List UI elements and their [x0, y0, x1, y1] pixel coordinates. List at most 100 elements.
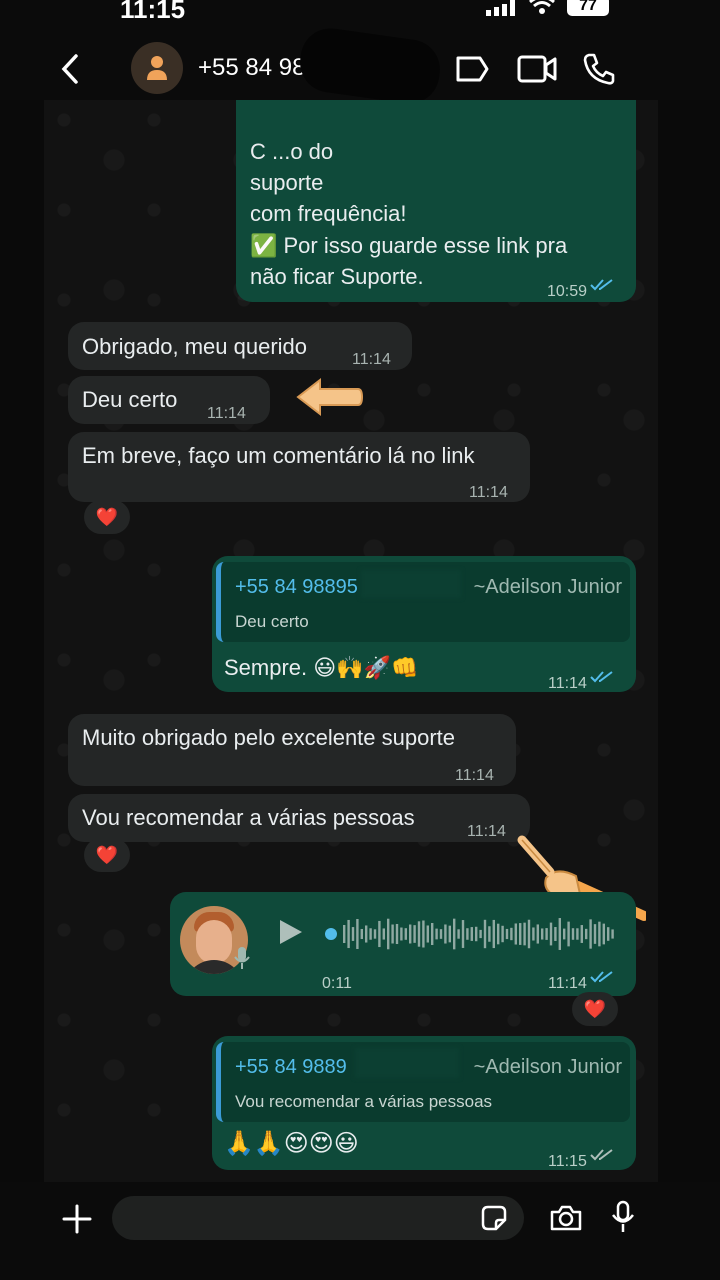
message-text: Obrigado, meu querido — [82, 334, 308, 359]
waveform-bar — [593, 924, 597, 944]
message-outgoing[interactable]: +55 84 98895 ~Adeilson Junior Deu certo … — [212, 556, 636, 692]
waveform-bar — [611, 929, 614, 939]
message-time: 11:15 — [548, 1153, 587, 1170]
waveform-bar — [580, 925, 583, 943]
waveform-bar — [501, 925, 504, 943]
quoted-message[interactable]: +55 84 98895 ~Adeilson Junior Deu certo — [216, 562, 630, 642]
waveform-bar — [400, 927, 403, 941]
waveform-bar — [576, 928, 579, 940]
waveform-bar — [523, 922, 526, 946]
waveform-bar — [532, 927, 535, 941]
message-text: Deu certo — [82, 387, 178, 412]
waveform-bar — [378, 920, 381, 948]
redaction-mark — [296, 24, 444, 108]
redaction-mark — [361, 570, 461, 598]
quoted-message[interactable]: +55 84 9889 ~Adeilson Junior Vou recomen… — [216, 1042, 630, 1122]
message-time: 11:14 — [352, 351, 391, 368]
delivered-receipt-icon — [590, 1149, 613, 1161]
pointing-arrow-icon — [296, 377, 364, 417]
message-input-bar — [0, 1182, 720, 1280]
back-arrow-icon[interactable] — [56, 52, 86, 86]
phone-call-icon[interactable] — [582, 52, 616, 86]
waveform-bar — [536, 924, 539, 944]
message-outgoing[interactable]: +55 84 9889 ~Adeilson Junior Vou recomen… — [212, 1036, 636, 1170]
signal-icon — [486, 0, 518, 16]
waveform-bar — [607, 927, 610, 941]
play-icon[interactable] — [278, 918, 304, 946]
waveform-bar — [453, 918, 456, 950]
message-incoming[interactable]: Deu certo 11:14 — [68, 376, 270, 424]
waveform-bar — [541, 928, 544, 940]
waveform-bar — [514, 923, 517, 945]
microphone-icon[interactable] — [610, 1200, 636, 1234]
heart-reaction[interactable]: ❤️ — [84, 500, 130, 534]
message-text: C ...o do — [250, 139, 334, 164]
waveform-bar — [422, 920, 425, 948]
audio-waveform[interactable] — [325, 914, 615, 954]
contact-avatar[interactable] — [131, 42, 183, 94]
redaction-mark — [355, 1048, 459, 1078]
waveform-bar — [409, 924, 412, 944]
waveform-progress-dot — [325, 928, 337, 940]
waveform-bar — [457, 929, 460, 939]
read-receipt-icon — [590, 971, 613, 983]
waveform-bar — [431, 922, 434, 946]
camera-icon[interactable] — [549, 1204, 583, 1232]
message-text: Muito obrigado pelo excelente suporte — [82, 725, 456, 750]
waveform-bar — [360, 928, 363, 940]
quoted-author-name: ~Adeilson Junior — [473, 576, 622, 598]
waveform-bar — [505, 928, 509, 940]
status-bar: 11:15 77 — [0, 0, 720, 24]
waveform-bar — [549, 922, 553, 946]
message-time: 11:14 — [467, 823, 506, 840]
sticker-icon[interactable] — [480, 1204, 508, 1232]
message-incoming[interactable]: Muito obrigado pelo excelente suporte 11… — [68, 714, 516, 786]
label-tag-icon[interactable] — [454, 54, 490, 84]
waveform-bar — [466, 928, 469, 940]
waveform-bar — [369, 928, 372, 940]
waveform-bar — [426, 925, 429, 943]
waveform-bar — [589, 919, 592, 949]
message-time: 11:14 — [455, 767, 494, 784]
waveform-bar — [343, 925, 346, 943]
left-margin — [0, 100, 44, 1182]
message-text: Em breve, faço um comentário lá no link — [82, 443, 475, 468]
person-icon — [147, 56, 167, 80]
voice-message[interactable]: 0:11 11:14 — [170, 892, 636, 996]
voice-duration: 0:11 — [322, 975, 352, 992]
waveform-bar — [413, 925, 416, 943]
waveform-bar — [448, 925, 451, 943]
waveform-bar — [395, 923, 399, 945]
waveform-bar — [585, 928, 588, 940]
chat-background: C ...o do suporte com frequência! ✅ Por … — [44, 100, 658, 1182]
heart-reaction[interactable]: ❤️ — [84, 838, 130, 872]
quoted-text: Deu certo — [235, 612, 309, 631]
waveform-bar — [356, 918, 359, 950]
waveform-bar — [492, 919, 495, 949]
message-outgoing[interactable]: C ...o do suporte com frequência! ✅ Por … — [236, 100, 636, 302]
heart-reaction[interactable]: ❤️ — [572, 992, 618, 1026]
right-margin — [658, 100, 720, 1182]
plus-icon[interactable] — [62, 1204, 92, 1234]
waveform-bar — [347, 919, 350, 949]
message-incoming[interactable]: Obrigado, meu querido 11:14 — [68, 322, 412, 370]
message-incoming[interactable]: Vou recomendar a várias pessoas 11:14 — [68, 794, 530, 842]
video-call-icon[interactable] — [516, 54, 558, 84]
waveform-bar — [417, 921, 421, 947]
waveform-bar — [435, 928, 438, 940]
waveform-bar — [563, 928, 566, 940]
wifi-icon — [529, 0, 555, 14]
waveform-bar — [602, 923, 605, 945]
waveform-bar — [373, 929, 377, 939]
message-input[interactable] — [112, 1196, 524, 1240]
message-time: 11:14 — [469, 484, 508, 501]
message-text: não ficar Suporte. — [250, 264, 424, 289]
waveform-bar — [567, 921, 570, 947]
waveform-bar — [365, 925, 368, 943]
waveform-bar — [483, 919, 487, 949]
message-incoming[interactable]: Em breve, faço um comentário lá no link … — [68, 432, 530, 502]
read-receipt-icon — [590, 279, 613, 291]
microphone-badge-icon — [234, 947, 250, 969]
waveform-bar — [479, 929, 482, 939]
message-time: 10:59 — [547, 283, 588, 300]
